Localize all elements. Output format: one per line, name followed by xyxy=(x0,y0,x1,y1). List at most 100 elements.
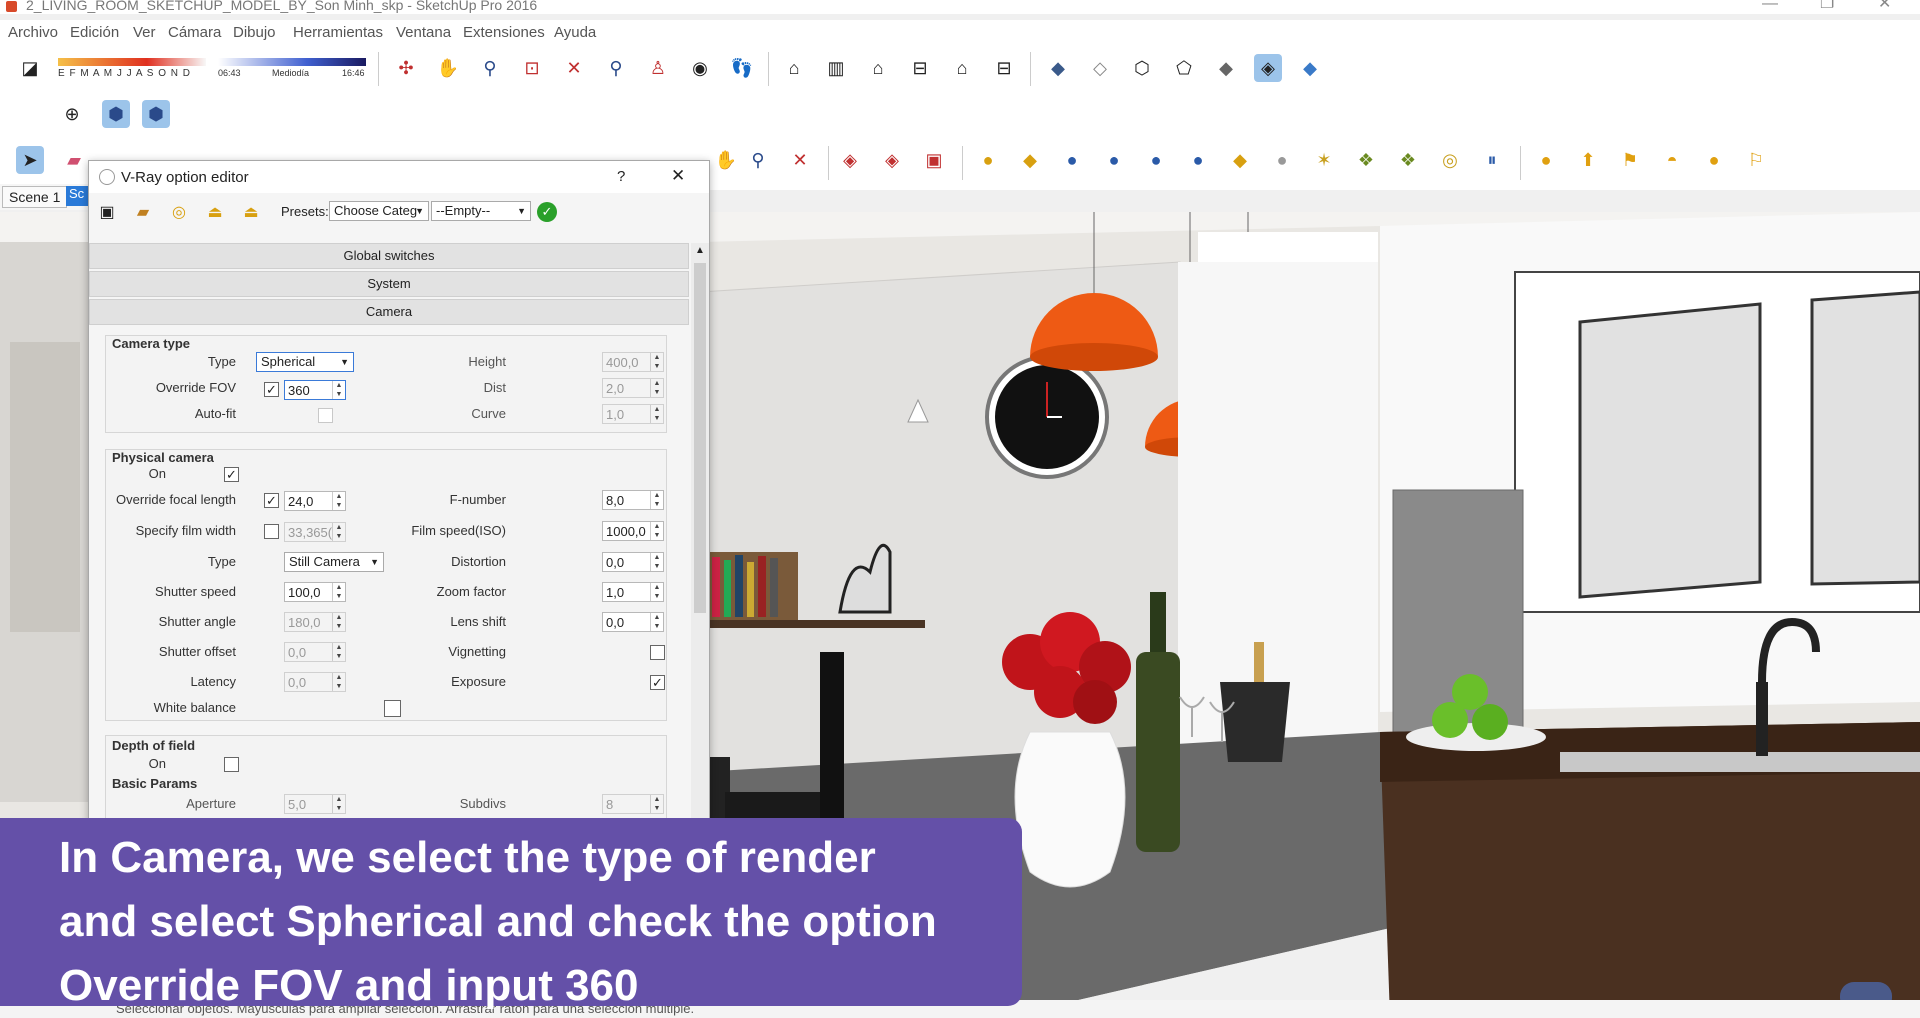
section-system[interactable]: System xyxy=(89,271,689,297)
vray-r-icon[interactable]: ● xyxy=(1058,146,1086,174)
save-icon[interactable]: ▣ xyxy=(93,198,121,226)
vray-fur-icon[interactable]: ❖ xyxy=(1394,146,1422,174)
spinner-arrows-icon[interactable]: ▲ ▼ xyxy=(332,795,345,813)
zoom-icon[interactable]: ⚲ xyxy=(476,54,504,82)
curve-input[interactable]: 1,0 ▲ ▼ xyxy=(602,404,664,424)
fnumber-input[interactable]: 8,0 ▲ ▼ xyxy=(602,490,664,510)
perspective-icon[interactable]: ⬢ xyxy=(142,100,170,128)
ies-light-icon[interactable]: ⚑ xyxy=(1616,146,1644,174)
physical-on-checkbox[interactable]: ✓ xyxy=(224,467,239,482)
menu-herramientas[interactable]: Herramientas xyxy=(293,24,383,41)
spinner-arrows-icon[interactable]: ▲ ▼ xyxy=(650,491,663,509)
hidden-line-icon[interactable]: ⬠ xyxy=(1170,54,1198,82)
camera-type-select[interactable]: Spherical ▼ xyxy=(256,352,354,372)
shaded-textures-icon[interactable]: ◈ xyxy=(1254,54,1282,82)
spinner-arrows-icon[interactable]: ▲ ▼ xyxy=(332,673,345,691)
load-preset-icon[interactable]: ⏏ xyxy=(201,198,229,226)
exposure-checkbox[interactable]: ✓ xyxy=(650,675,665,690)
iso-input[interactable]: 1000,0 ▲ ▼ xyxy=(602,521,664,541)
vray-proxy-icon[interactable]: ❖ xyxy=(1352,146,1380,174)
subdivs-input[interactable]: 8 ▲ ▼ xyxy=(602,794,664,814)
standard-views-icon[interactable]: ⊕ xyxy=(58,100,86,128)
section-global-switches[interactable]: Global switches xyxy=(89,243,689,269)
film-width-checkbox[interactable] xyxy=(264,524,279,539)
apply-preset-check-icon[interactable]: ✓ xyxy=(537,202,557,222)
shadow-toggle-icon[interactable]: ◪ xyxy=(16,54,44,82)
mesh-light-icon[interactable]: ⚐ xyxy=(1742,146,1770,174)
presets-category-select[interactable]: Choose Categ ▼ xyxy=(329,201,429,221)
omni-light-icon[interactable]: ● xyxy=(1532,146,1560,174)
override-fov-checkbox[interactable]: ✓ xyxy=(264,382,279,397)
eraser-icon[interactable]: ▰ xyxy=(60,146,88,174)
spinner-arrows-icon[interactable]: ▲ ▼ xyxy=(650,379,663,397)
open-folder-icon[interactable]: ▰ xyxy=(129,198,157,226)
spinner-arrows-icon[interactable]: ▲ ▼ xyxy=(650,795,663,813)
menu-ayuda[interactable]: Ayuda xyxy=(554,24,596,41)
iso-view-icon[interactable]: ⌂ xyxy=(780,54,808,82)
select-arrow-icon[interactable]: ➤ xyxy=(16,146,44,174)
push-pull-icon[interactable]: ✋ xyxy=(712,146,740,174)
scene-tab-1[interactable]: Scene 1 xyxy=(2,186,68,208)
section-camera[interactable]: Camera xyxy=(89,299,689,325)
film-width-input[interactable]: 33,365( ▲ ▼ xyxy=(284,522,346,542)
spinner-arrows-icon[interactable]: ▲ ▼ xyxy=(332,523,345,541)
vray-options-icon[interactable]: ◆ xyxy=(1016,146,1044,174)
latency-input[interactable]: 0,0 ▲ ▼ xyxy=(284,672,346,692)
save-preset-icon[interactable]: ⏏ xyxy=(237,198,265,226)
zoom-window-icon[interactable]: ⊡ xyxy=(518,54,546,82)
vray-br-icon[interactable]: ● xyxy=(1142,146,1170,174)
time-slider[interactable] xyxy=(218,58,366,66)
vray-sphere-icon[interactable]: ● xyxy=(1268,146,1296,174)
zoom-tool-icon[interactable]: ⚲ xyxy=(744,146,772,174)
autofit-checkbox[interactable] xyxy=(318,408,333,423)
orbit-icon[interactable]: ✣ xyxy=(392,54,420,82)
zoom-factor-input[interactable]: 1,0 ▲ ▼ xyxy=(602,582,664,602)
parallel-projection-icon[interactable]: ⬢ xyxy=(102,100,130,128)
zoom-extents-icon[interactable]: ✕ xyxy=(560,54,588,82)
scrollbar-thumb[interactable] xyxy=(694,263,706,613)
shutter-speed-input[interactable]: 100,0 ▲ ▼ xyxy=(284,582,346,602)
spinner-arrows-icon[interactable]: ▲ ▼ xyxy=(650,613,663,631)
shaded-icon[interactable]: ◆ xyxy=(1212,54,1240,82)
spinner-arrows-icon[interactable]: ▲ ▼ xyxy=(650,553,663,571)
monochrome-icon[interactable]: ◆ xyxy=(1296,54,1324,82)
close-dialog-button[interactable]: ✕ xyxy=(671,166,685,186)
previous-view-icon[interactable]: ⚲ xyxy=(602,54,630,82)
minimize-button[interactable]: — xyxy=(1762,0,1778,12)
sphere-light-icon[interactable]: ● xyxy=(1700,146,1728,174)
spinner-arrows-icon[interactable]: ▲ ▼ xyxy=(332,381,345,399)
menu-ver[interactable]: Ver xyxy=(133,24,156,41)
spinner-arrows-icon[interactable]: ▲ ▼ xyxy=(650,405,663,423)
spinner-arrows-icon[interactable]: ▲ ▼ xyxy=(332,492,345,510)
vray-pause-icon[interactable]: ⏸ xyxy=(1478,146,1506,174)
spinner-arrows-icon[interactable]: ▲ ▼ xyxy=(332,643,345,661)
vray-tag-icon[interactable]: ◆ xyxy=(1226,146,1254,174)
shutter-angle-input[interactable]: 180,0 ▲ ▼ xyxy=(284,612,346,632)
vignetting-checkbox[interactable] xyxy=(650,645,665,660)
vray-dome-icon[interactable]: ◎ xyxy=(1436,146,1464,174)
spinner-arrows-icon[interactable]: ▲ ▼ xyxy=(332,613,345,631)
date-slider[interactable] xyxy=(58,58,206,66)
back-edges-icon[interactable]: ◇ xyxy=(1086,54,1114,82)
height-input[interactable]: 400,0 ▲ ▼ xyxy=(602,352,664,372)
vray-render-icon[interactable]: ◈ xyxy=(836,146,864,174)
zoom-extents-tool-icon[interactable]: ✕ xyxy=(786,146,814,174)
distortion-input[interactable]: 0,0 ▲ ▼ xyxy=(602,552,664,572)
menu-extensiones[interactable]: Extensiones xyxy=(463,24,545,41)
vray-star-icon[interactable]: ✶ xyxy=(1310,146,1338,174)
spinner-arrows-icon[interactable]: ▲ ▼ xyxy=(650,583,663,601)
walk-icon[interactable]: 👣 xyxy=(728,54,756,82)
dof-on-checkbox[interactable] xyxy=(224,757,239,772)
position-camera-icon[interactable]: ♙ xyxy=(644,54,672,82)
vray-material-icon[interactable]: ● xyxy=(974,146,1002,174)
presets-value-select[interactable]: --Empty-- ▼ xyxy=(431,201,531,221)
spinner-arrows-icon[interactable]: ▲ ▼ xyxy=(332,583,345,601)
vray-frame-buffer-icon[interactable]: ▣ xyxy=(920,146,948,174)
vray-rt-icon[interactable]: ● xyxy=(1100,146,1128,174)
left-view-icon[interactable]: ⊟ xyxy=(990,54,1018,82)
menu-camara[interactable]: Cámara xyxy=(168,24,221,41)
look-around-icon[interactable]: ◉ xyxy=(686,54,714,82)
vray-help-icon[interactable]: ● xyxy=(1184,146,1212,174)
pan-hand-icon[interactable]: ✋ xyxy=(434,54,462,82)
aperture-input[interactable]: 5,0 ▲ ▼ xyxy=(284,794,346,814)
